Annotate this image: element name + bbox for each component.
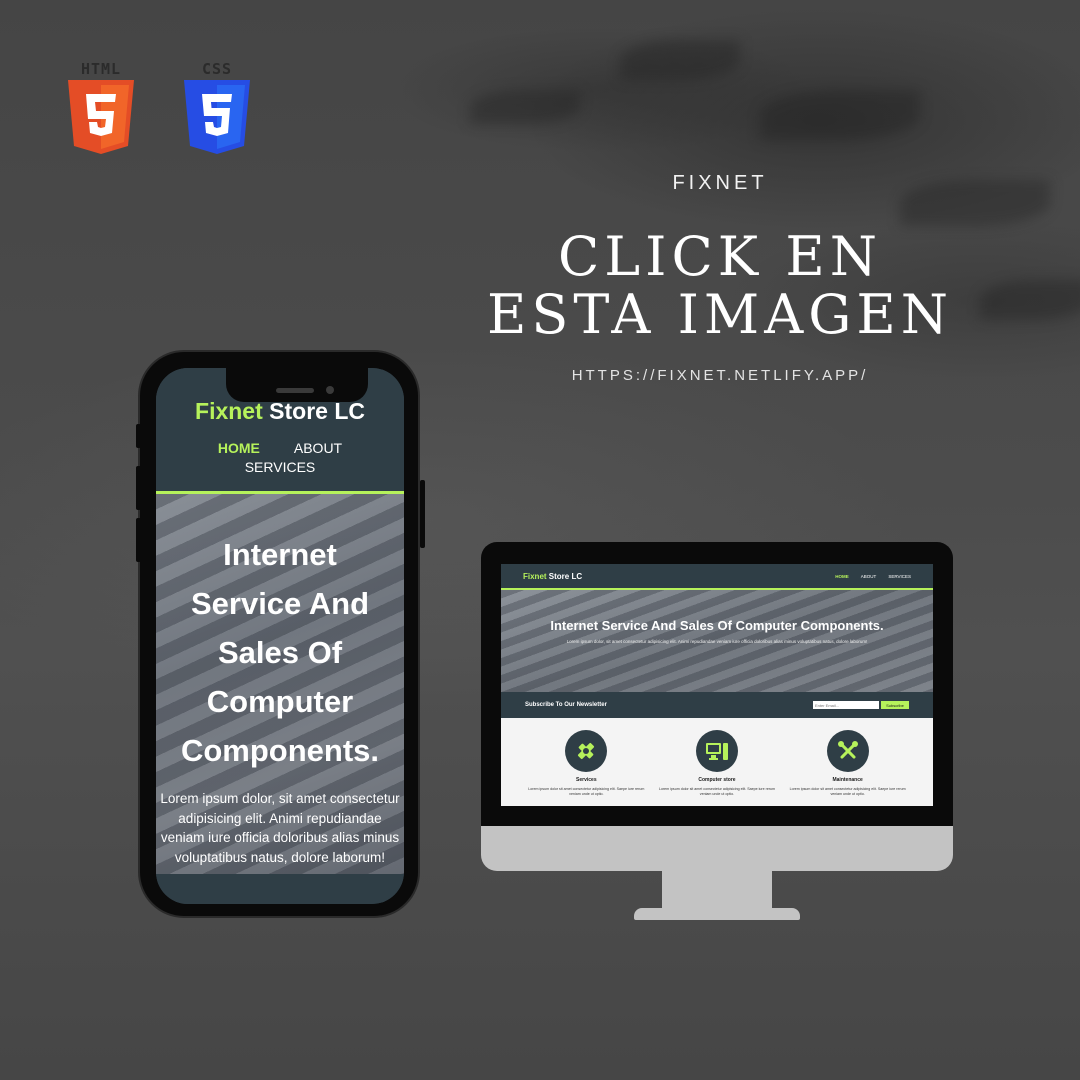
css3-icon: [184, 80, 250, 154]
html5-logo: HTML: [68, 60, 134, 154]
leaf-shadow: [980, 280, 1080, 320]
satellite-icon: [565, 730, 608, 772]
leaf-shadow: [470, 90, 580, 124]
speaker-icon: [276, 388, 314, 393]
service-card: Computer store Lorem ipsum dolor sit ame…: [658, 730, 776, 797]
phone-notch: [226, 368, 368, 402]
brand-accent: Fixnet: [523, 571, 547, 581]
site-url-link[interactable]: HTTPS://FIXNET.NETLIFY.APP/: [540, 367, 900, 384]
leaf-shadow: [760, 90, 920, 140]
monitor-screen: Fixnet Store LC HOME ABOUT SERVICES Inte…: [501, 564, 933, 806]
phone-mockup: Fixnet Store LC HOME ABOUT SERVICES Inter…: [136, 350, 425, 918]
phone-power-button: [420, 480, 425, 548]
brand-label: FIXNET: [672, 172, 768, 194]
leaf-shadow: [900, 180, 1050, 226]
service-title: Services: [576, 777, 597, 783]
monitor-stand-neck: [662, 871, 772, 911]
service-text: Lorem ipsum dolor sit amet consectetur a…: [789, 787, 906, 796]
services-section: Services Lorem ipsum dolor sit amet cons…: [501, 718, 933, 797]
call-to-action-title[interactable]: CLICK EN ESTA IMAGEN: [470, 228, 970, 344]
nav-home-link[interactable]: HOME: [835, 574, 849, 579]
service-card: Maintenance Lorem ipsum dolor sit amet c…: [789, 730, 907, 797]
mobile-hero-text: Lorem ipsum dolor, sit amet consectetur …: [160, 791, 400, 865]
phone-side-button: [136, 424, 141, 448]
service-text: Lorem ipsum dolor sit amet consectetur a…: [658, 787, 776, 796]
mobile-nav: HOME ABOUT SERVICES: [156, 439, 404, 477]
desktop-hero: Internet Service And Sales Of Computer C…: [501, 590, 933, 692]
nav-services-link[interactable]: SERVICES: [888, 574, 911, 579]
service-title: Maintenance: [832, 777, 863, 783]
camera-icon: [326, 386, 334, 394]
tools-icon: [826, 730, 869, 772]
monitor-chin: [481, 826, 953, 871]
monitor-mockup: Fixnet Store LC HOME ABOUT SERVICES Inte…: [481, 542, 953, 826]
phone-volume-up-button: [136, 466, 141, 510]
css3-logo: CSS: [184, 60, 250, 154]
desktop-nav: HOME ABOUT SERVICES: [835, 574, 911, 579]
brand-rest: Store LC: [546, 571, 583, 581]
phone-screen: Fixnet Store LC HOME ABOUT SERVICES Inter…: [156, 368, 404, 904]
desktop-hero-text: Lorem ipsum dolor, sit amet consectetur …: [566, 639, 868, 644]
nav-about-link[interactable]: ABOUT: [294, 440, 342, 456]
monitor-stand-foot: [634, 908, 800, 920]
computer-icon: [695, 730, 738, 772]
phone-volume-down-button: [136, 518, 141, 562]
css-logo-label: CSS: [201, 60, 233, 78]
mobile-site-logo[interactable]: Fixnet Store LC: [156, 398, 404, 425]
mobile-hero-title: Internet Service And Sales Of Computer C…: [180, 537, 380, 768]
newsletter-label: Subscribe To Our Newsletter: [525, 702, 607, 708]
html-logo-label: HTML: [80, 60, 122, 78]
leaf-shadow: [620, 40, 740, 80]
service-title: Computer store: [698, 777, 736, 783]
nav-services-link[interactable]: SERVICES: [245, 459, 316, 475]
mobile-hero: Internet Service And Sales Of Computer C…: [156, 494, 404, 874]
service-card: Services Lorem ipsum dolor sit amet cons…: [527, 730, 645, 797]
desktop-hero-title: Internet Service And Sales Of Computer C…: [550, 618, 884, 633]
mobile-bottom-bar: [156, 874, 404, 904]
newsletter-email-input[interactable]: [813, 701, 879, 709]
nav-about-link[interactable]: ABOUT: [861, 574, 877, 579]
service-text: Lorem ipsum dolor sit amet consectetur a…: [528, 787, 645, 796]
nav-home-link[interactable]: HOME: [218, 440, 260, 456]
desktop-site-logo[interactable]: Fixnet Store LC: [523, 572, 582, 581]
desktop-site-header: Fixnet Store LC HOME ABOUT SERVICES: [501, 564, 933, 590]
newsletter-bar: Subscribe To Our Newsletter Subscribe: [501, 692, 933, 718]
html5-icon: [68, 80, 134, 154]
subscribe-button[interactable]: Subscribe: [881, 701, 909, 709]
